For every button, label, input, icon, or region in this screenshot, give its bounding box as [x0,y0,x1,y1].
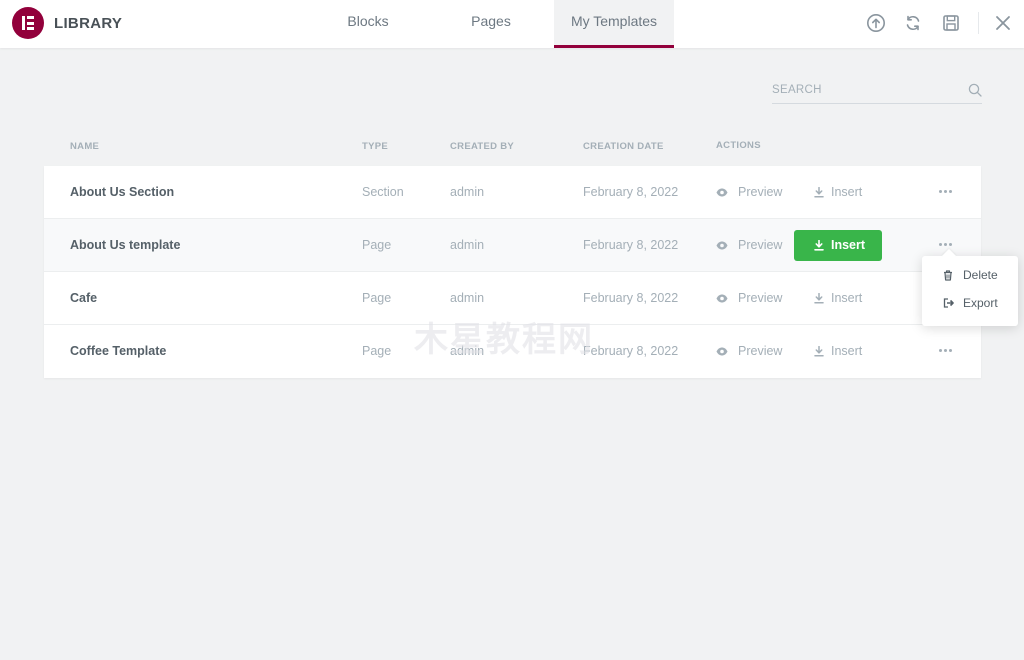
watermark-text: 木星教程网 [414,320,594,360]
template-options-menu: Delete Export [922,256,1018,326]
preview-button[interactable]: Preview [716,325,782,378]
template-name[interactable]: Cafe [70,272,97,325]
template-name[interactable]: Coffee Template [70,325,166,378]
library-header: LIBRARY Blocks Pages My Templates [0,0,1024,48]
close-icon[interactable] [993,13,1013,33]
preview-button[interactable]: Preview [716,219,782,272]
preview-button[interactable]: Preview [716,272,782,325]
insert-label: Insert [831,344,863,358]
more-options-icon[interactable] [939,243,953,247]
preview-label: Preview [738,238,783,252]
template-type: Page [362,344,392,358]
column-header-creation-date[interactable]: CREATION DATE [583,141,664,152]
preview-label: Preview [738,344,783,358]
download-icon [814,187,824,198]
header-divider [978,12,979,34]
menu-item-label: Delete [963,268,998,282]
save-icon[interactable] [941,13,961,33]
preview-label: Preview [738,291,783,305]
tab-pages[interactable]: Pages [441,0,541,48]
eye-icon [716,294,728,303]
template-date: February 8, 2022 [583,344,679,358]
column-header-actions: ACTIONS [716,140,761,151]
trash-icon [944,270,952,281]
insert-button[interactable]: Insert [794,230,882,261]
download-icon [814,346,824,357]
eye-icon [716,188,728,197]
menu-item-export[interactable]: Export [922,290,1018,316]
download-icon [814,293,824,304]
insert-button[interactable]: Insert [814,272,862,325]
insert-label: Insert [831,238,866,252]
elementor-logo-icon [12,7,44,39]
insert-label: Insert [831,291,863,305]
insert-button[interactable]: Insert [814,325,862,378]
more-options-icon[interactable] [939,190,953,194]
eye-icon [716,241,728,250]
export-icon [943,298,954,308]
download-icon [814,240,824,251]
preview-label: Preview [738,185,783,199]
column-header-created-by[interactable]: CREATED BY [450,141,514,152]
column-header-name[interactable]: NAME [70,141,99,152]
template-name[interactable]: About Us template [70,219,180,272]
insert-button[interactable]: Insert [814,166,862,219]
preview-button[interactable]: Preview [716,166,782,219]
table-row: About Us template Page admin February 8,… [44,219,981,272]
table-row: About Us Section Section admin February … [44,166,981,219]
template-author: admin [450,185,485,199]
template-type: Section [362,185,404,199]
template-date: February 8, 2022 [583,238,679,252]
upload-icon[interactable] [866,13,886,33]
template-author: admin [450,238,485,252]
template-name[interactable]: About Us Section [70,166,174,219]
sync-icon[interactable] [903,13,923,33]
menu-item-delete[interactable]: Delete [922,262,1018,288]
template-type: Page [362,238,392,252]
template-type: Page [362,291,392,305]
eye-icon [716,347,728,356]
search-icon[interactable] [968,83,982,97]
more-options-icon[interactable] [939,349,953,353]
tab-my-templates[interactable]: My Templates [554,0,674,48]
search-input[interactable] [772,81,952,99]
library-title: LIBRARY [54,15,123,32]
template-date: February 8, 2022 [583,185,679,199]
menu-item-label: Export [963,296,998,310]
template-date: February 8, 2022 [583,291,679,305]
search-box [772,78,982,104]
tab-blocks[interactable]: Blocks [318,0,418,48]
insert-label: Insert [831,185,863,199]
column-header-type[interactable]: TYPE [362,141,388,152]
